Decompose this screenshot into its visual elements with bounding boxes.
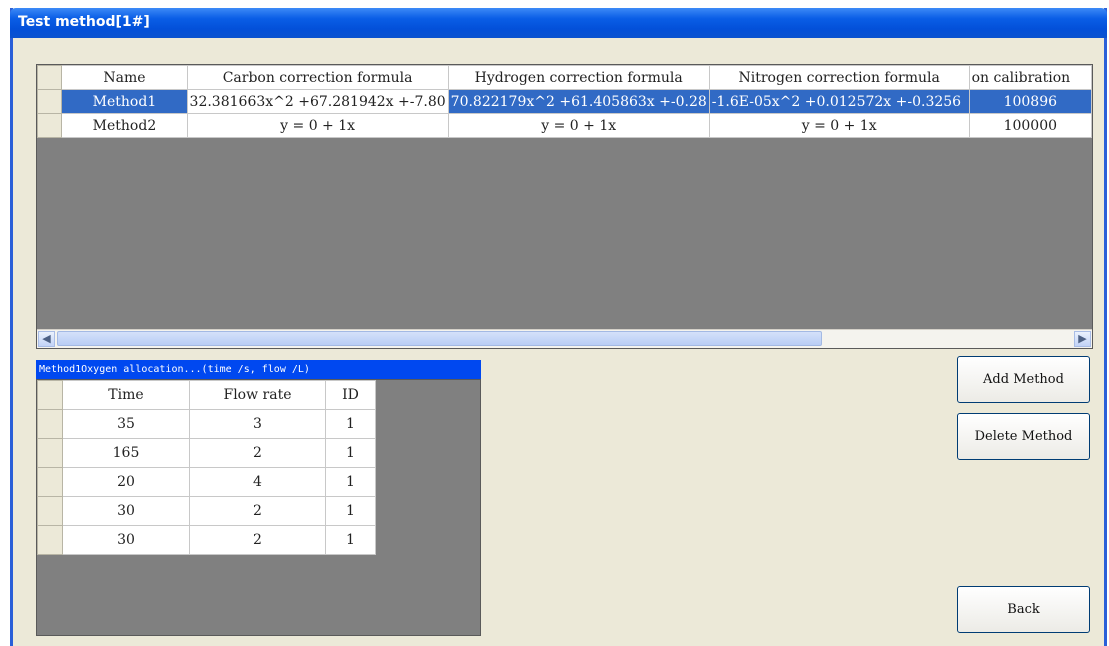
cell-time[interactable]: 165 bbox=[62, 438, 190, 468]
column-header-flow-rate[interactable]: Flow rate bbox=[189, 380, 326, 410]
column-header-time[interactable]: Time bbox=[62, 380, 190, 410]
row-header-corner bbox=[37, 65, 63, 90]
cell-id[interactable]: 1 bbox=[325, 409, 376, 439]
table-row[interactable]: 35 3 1 bbox=[37, 409, 376, 439]
test-method-window: Test method[1#] Name Carbon correction f… bbox=[10, 8, 1107, 646]
scrollbar-thumb[interactable] bbox=[57, 331, 822, 346]
scroll-left-icon[interactable]: ◀ bbox=[38, 331, 55, 347]
oxygen-allocation-grid[interactable]: Time Flow rate ID 35 3 1 165 2 1 20 4 1 … bbox=[36, 379, 481, 636]
delete-method-button[interactable]: Delete Method bbox=[957, 413, 1090, 460]
scroll-right-icon[interactable]: ▶ bbox=[1074, 331, 1091, 347]
cell-flow-rate[interactable]: 3 bbox=[189, 409, 326, 439]
oxygen-table: Time Flow rate ID 35 3 1 165 2 1 20 4 1 … bbox=[37, 380, 376, 555]
cell-flow-rate[interactable]: 2 bbox=[189, 525, 326, 555]
column-header-name[interactable]: Name bbox=[61, 65, 188, 90]
table-row[interactable]: 165 2 1 bbox=[37, 438, 376, 468]
cell-name[interactable]: Method1 bbox=[61, 89, 188, 114]
cell-nitrogen-formula[interactable]: y = 0 + 1x bbox=[708, 113, 970, 138]
cell-time[interactable]: 30 bbox=[62, 525, 190, 555]
cell-flow-rate[interactable]: 4 bbox=[189, 467, 326, 497]
table-row[interactable]: Method2 y = 0 + 1x y = 0 + 1x y = 0 + 1x… bbox=[37, 113, 1092, 138]
cell-carbon-formula[interactable]: y = 0 + 1x bbox=[186, 113, 449, 138]
table-row[interactable]: 30 2 1 bbox=[37, 525, 376, 555]
column-header-calibration[interactable]: on calibration bbox=[968, 65, 1092, 90]
row-header[interactable] bbox=[37, 89, 63, 114]
column-header-carbon[interactable]: Carbon correction formula bbox=[186, 65, 449, 90]
add-method-button[interactable]: Add Method bbox=[957, 356, 1090, 403]
cell-time[interactable]: 35 bbox=[62, 409, 190, 439]
cell-name[interactable]: Method2 bbox=[61, 113, 188, 138]
cell-flow-rate[interactable]: 2 bbox=[189, 496, 326, 526]
cell-id[interactable]: 1 bbox=[325, 467, 376, 497]
methods-grid[interactable]: Name Carbon correction formula Hydrogen … bbox=[36, 64, 1093, 349]
row-header[interactable] bbox=[37, 496, 63, 526]
cell-calibration[interactable]: 100896 bbox=[968, 89, 1092, 114]
row-header-corner bbox=[37, 380, 63, 410]
row-header[interactable] bbox=[37, 438, 63, 468]
column-header-nitrogen[interactable]: Nitrogen correction formula bbox=[708, 65, 970, 90]
title-bar[interactable]: Test method[1#] bbox=[10, 8, 1107, 38]
oxygen-allocation-title: Method1Oxygen allocation...(time /s, flo… bbox=[36, 360, 481, 379]
cell-hydrogen-formula[interactable]: 70.822179x^2 +61.405863x +-0.28 bbox=[447, 89, 710, 114]
window-title: Test method[1#] bbox=[18, 14, 150, 30]
cell-id[interactable]: 1 bbox=[325, 438, 376, 468]
cell-id[interactable]: 1 bbox=[325, 496, 376, 526]
table-row[interactable]: Method1 32.381663x^2 +67.281942x +-7.80 … bbox=[37, 89, 1092, 114]
row-header[interactable] bbox=[37, 409, 63, 439]
cell-flow-rate[interactable]: 2 bbox=[189, 438, 326, 468]
methods-table: Name Carbon correction formula Hydrogen … bbox=[37, 65, 1092, 138]
cell-carbon-formula[interactable]: 32.381663x^2 +67.281942x +-7.80 bbox=[186, 89, 449, 114]
cell-hydrogen-formula[interactable]: y = 0 + 1x bbox=[447, 113, 710, 138]
cell-nitrogen-formula[interactable]: -1.6E-05x^2 +0.012572x +-0.3256 bbox=[708, 89, 970, 114]
methods-header-row: Name Carbon correction formula Hydrogen … bbox=[37, 65, 1092, 90]
column-header-id[interactable]: ID bbox=[325, 380, 376, 410]
cell-time[interactable]: 30 bbox=[62, 496, 190, 526]
back-button[interactable]: Back bbox=[957, 586, 1090, 633]
table-row[interactable]: 30 2 1 bbox=[37, 496, 376, 526]
column-header-hydrogen[interactable]: Hydrogen correction formula bbox=[447, 65, 710, 90]
oxygen-header-row: Time Flow rate ID bbox=[37, 380, 376, 410]
table-row[interactable]: 20 4 1 bbox=[37, 467, 376, 497]
horizontal-scrollbar[interactable]: ◀ ▶ bbox=[37, 329, 1092, 348]
cell-calibration[interactable]: 100000 bbox=[968, 113, 1092, 138]
row-header[interactable] bbox=[37, 113, 63, 138]
cell-time[interactable]: 20 bbox=[62, 467, 190, 497]
row-header[interactable] bbox=[37, 467, 63, 497]
cell-id[interactable]: 1 bbox=[325, 525, 376, 555]
row-header[interactable] bbox=[37, 525, 63, 555]
